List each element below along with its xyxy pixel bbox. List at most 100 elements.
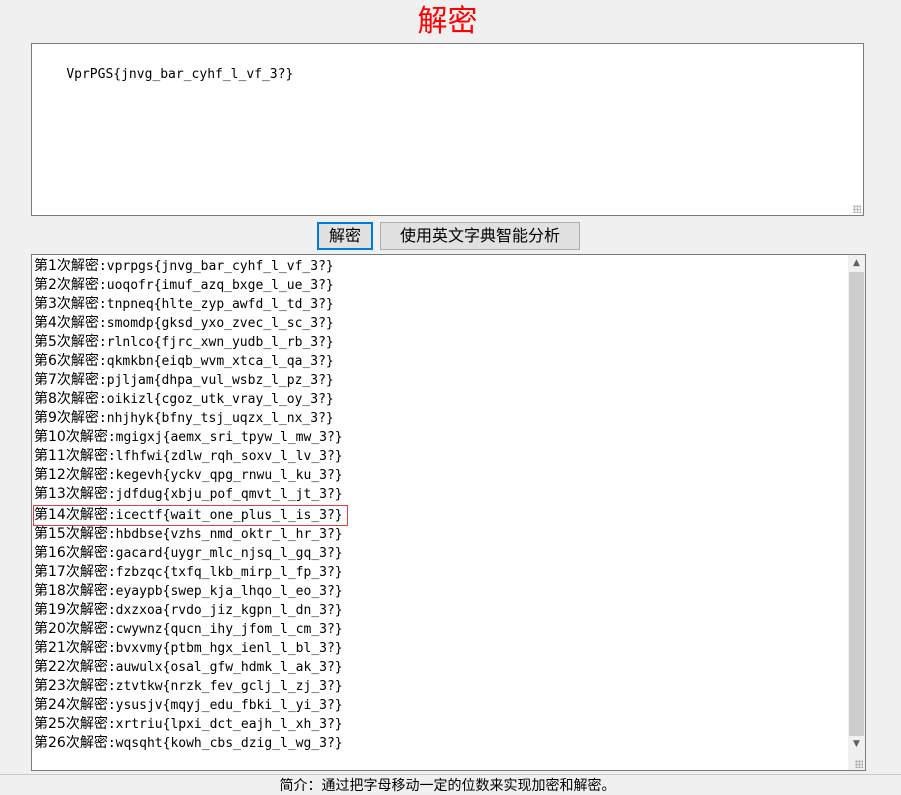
result-row: 第17次解密:fzbzqc{txfq_lkb_mirp_l_fp_3?} (34, 563, 847, 582)
result-line: 第13次解密:jdfdug{xbju_pof_qmvt_l_jt_3?} (34, 485, 847, 504)
result-prefix: 第15次解密 (34, 526, 108, 542)
result-prefix: 第3次解密 (34, 296, 99, 312)
resize-grip-icon[interactable] (855, 760, 863, 768)
result-prefix: 第22次解密 (34, 659, 108, 675)
result-line: 第9次解密:nhjhyk{bfny_tsj_uqzx_l_nx_3?} (34, 409, 847, 428)
result-text: :icectf{wait_one_plus_l_is_3?} (107, 508, 343, 523)
result-prefix: 第13次解密 (34, 486, 108, 502)
result-prefix: 第11次解密 (34, 448, 108, 464)
result-prefix: 第14次解密 (34, 507, 108, 523)
result-text: :hbdbse{vzhs_nmd_oktr_l_hr_3?} (107, 527, 343, 542)
results-list: 第1次解密:vprpgs{jnvg_bar_cyhf_l_vf_3?} 第2次解密… (33, 257, 847, 753)
result-row: 第10次解密:mgigxj{aemx_sri_tpyw_l_mw_3?} (34, 428, 847, 447)
result-row: 第13次解密:jdfdug{xbju_pof_qmvt_l_jt_3?} (34, 485, 847, 504)
result-prefix: 第10次解密 (34, 429, 108, 445)
result-text: :wqsqht{kowh_cbs_dzig_l_wg_3?} (107, 736, 343, 751)
scroll-thumb[interactable] (849, 272, 864, 736)
result-line: 第24次解密:ysusjv{mqyj_edu_fbki_l_yi_3?} (34, 696, 847, 715)
result-line: 第17次解密:fzbzqc{txfq_lkb_mirp_l_fp_3?} (34, 563, 847, 582)
decrypt-results-area[interactable]: 第1次解密:vprpgs{jnvg_bar_cyhf_l_vf_3?} 第2次解密… (31, 254, 866, 771)
result-row: 第9次解密:nhjhyk{bfny_tsj_uqzx_l_nx_3?} (34, 409, 847, 428)
decrypt-page: 解密 VprPGS{jnvg_bar_cyhf_l_vf_3?} 解密 使用英文… (0, 0, 901, 795)
footer-description: 简介：通过把字母移动一定的位数来实现加密和解密。 (279, 778, 616, 794)
result-prefix: 第20次解密 (34, 621, 108, 637)
result-text: :tnpneq{hlte_zyp_awfd_l_td_3?} (98, 297, 334, 312)
result-text: :cwywnz{qucn_ihy_jfom_l_cm_3?} (107, 622, 343, 637)
result-prefix: 第7次解密 (34, 372, 99, 388)
result-text: :smomdp{gksd_yxo_zvec_l_sc_3?} (98, 316, 334, 331)
result-prefix: 第23次解密 (34, 678, 108, 694)
result-prefix: 第26次解密 (34, 735, 108, 751)
result-row: 第25次解密:xrtriu{lpxi_dct_eajh_l_xh_3?} (34, 715, 847, 734)
ciphertext-input[interactable]: VprPGS{jnvg_bar_cyhf_l_vf_3?} (31, 43, 864, 216)
result-row: 第16次解密:gacard{uygr_mlc_njsq_l_gq_3?} (34, 544, 847, 563)
ciphertext-value: VprPGS{jnvg_bar_cyhf_l_vf_3?} (66, 67, 294, 82)
result-prefix: 第16次解密 (34, 545, 108, 561)
result-row: 第18次解密:eyaypb{swep_kja_lhqo_l_eo_3?} (34, 582, 847, 601)
result-text: :rlnlco{fjrc_xwn_yudb_l_rb_3?} (98, 335, 334, 350)
result-text: :jdfdug{xbju_pof_qmvt_l_jt_3?} (107, 487, 343, 502)
result-line: 第15次解密:hbdbse{vzhs_nmd_oktr_l_hr_3?} (34, 525, 847, 544)
result-row: 第14次解密:icectf{wait_one_plus_l_is_3?} (33, 504, 847, 526)
result-text: :oikizl{cgoz_utk_vray_l_oy_3?} (98, 392, 334, 407)
result-text: :fzbzqc{txfq_lkb_mirp_l_fp_3?} (107, 565, 343, 580)
result-text: :vprpgs{jnvg_bar_cyhf_l_vf_3?} (98, 259, 334, 274)
result-prefix: 第1次解密 (34, 258, 99, 274)
result-prefix: 第4次解密 (34, 315, 99, 331)
result-line: 第3次解密:tnpneq{hlte_zyp_awfd_l_td_3?} (34, 295, 847, 314)
result-line: 第11次解密:lfhfwi{zdlw_rqh_soxv_l_lv_3?} (34, 447, 847, 466)
result-line: 第19次解密:dxzxoa{rvdo_jiz_kgpn_l_dn_3?} (34, 601, 847, 620)
result-prefix: 第6次解密 (34, 353, 99, 369)
result-row: 第11次解密:lfhfwi{zdlw_rqh_soxv_l_lv_3?} (34, 447, 847, 466)
result-prefix: 第9次解密 (34, 410, 99, 426)
result-row: 第8次解密:oikizl{cgoz_utk_vray_l_oy_3?} (34, 390, 847, 409)
result-prefix: 第17次解密 (34, 564, 108, 580)
result-line: 第23次解密:ztvtkw{nrzk_fev_gclj_l_zj_3?} (34, 677, 847, 696)
dictionary-analyze-button[interactable]: 使用英文字典智能分析 (380, 222, 580, 250)
result-row: 第7次解密:pjljam{dhpa_vul_wsbz_l_pz_3?} (34, 371, 847, 390)
result-row: 第6次解密:qkmkbn{eiqb_wvm_xtca_l_qa_3?} (34, 352, 847, 371)
result-prefix: 第18次解密 (34, 583, 108, 599)
result-row: 第12次解密:kegevh{yckv_qpg_rnwu_l_ku_3?} (34, 466, 847, 485)
result-line: 第8次解密:oikizl{cgoz_utk_vray_l_oy_3?} (34, 390, 847, 409)
result-prefix: 第19次解密 (34, 602, 108, 618)
result-line: 第22次解密:auwulx{osal_gfw_hdmk_l_ak_3?} (34, 658, 847, 677)
result-row: 第3次解密:tnpneq{hlte_zyp_awfd_l_td_3?} (34, 295, 847, 314)
result-row: 第23次解密:ztvtkw{nrzk_fev_gclj_l_zj_3?} (34, 677, 847, 696)
result-line: 第25次解密:xrtriu{lpxi_dct_eajh_l_xh_3?} (34, 715, 847, 734)
result-row: 第5次解密:rlnlco{fjrc_xwn_yudb_l_rb_3?} (34, 333, 847, 352)
decrypt-button[interactable]: 解密 (317, 222, 373, 250)
result-row: 第4次解密:smomdp{gksd_yxo_zvec_l_sc_3?} (34, 314, 847, 333)
result-text: :pjljam{dhpa_vul_wsbz_l_pz_3?} (98, 373, 334, 388)
result-prefix: 第8次解密 (34, 391, 99, 407)
vertical-scrollbar[interactable]: ▲ ▼ (848, 255, 865, 770)
result-text: :eyaypb{swep_kja_lhqo_l_eo_3?} (107, 584, 343, 599)
result-prefix: 第24次解密 (34, 697, 108, 713)
result-text: :ysusjv{mqyj_edu_fbki_l_yi_3?} (107, 698, 343, 713)
result-row: 第2次解密:uoqofr{imuf_azq_bxge_l_ue_3?} (34, 276, 847, 295)
result-text: :lfhfwi{zdlw_rqh_soxv_l_lv_3?} (107, 449, 343, 464)
result-prefix: 第5次解密 (34, 334, 99, 350)
chevron-down-icon[interactable]: ▼ (848, 736, 865, 753)
result-row: 第1次解密:vprpgs{jnvg_bar_cyhf_l_vf_3?} (34, 257, 847, 276)
page-title: 解密 (417, 4, 478, 39)
chevron-up-icon[interactable]: ▲ (848, 255, 865, 272)
highlighted-result-line: 第14次解密:icectf{wait_one_plus_l_is_3?} (33, 505, 348, 526)
result-row: 第21次解密:bvxvmy{ptbm_hgx_ienl_l_bl_3?} (34, 639, 847, 658)
result-line: 第12次解密:kegevh{yckv_qpg_rnwu_l_ku_3?} (34, 466, 847, 485)
result-text: :auwulx{osal_gfw_hdmk_l_ak_3?} (107, 660, 343, 675)
result-row: 第22次解密:auwulx{osal_gfw_hdmk_l_ak_3?} (34, 658, 847, 677)
result-line: 第6次解密:qkmkbn{eiqb_wvm_xtca_l_qa_3?} (34, 352, 847, 371)
result-row: 第24次解密:ysusjv{mqyj_edu_fbki_l_yi_3?} (34, 696, 847, 715)
result-line: 第7次解密:pjljam{dhpa_vul_wsbz_l_pz_3?} (34, 371, 847, 390)
resize-grip-icon[interactable] (853, 205, 861, 213)
result-text: :gacard{uygr_mlc_njsq_l_gq_3?} (107, 546, 343, 561)
result-text: :uoqofr{imuf_azq_bxge_l_ue_3?} (98, 278, 334, 293)
result-text: :dxzxoa{rvdo_jiz_kgpn_l_dn_3?} (107, 603, 343, 618)
result-line: 第26次解密:wqsqht{kowh_cbs_dzig_l_wg_3?} (34, 734, 847, 753)
result-row: 第15次解密:hbdbse{vzhs_nmd_oktr_l_hr_3?} (34, 525, 847, 544)
result-line: 第10次解密:mgigxj{aemx_sri_tpyw_l_mw_3?} (34, 428, 847, 447)
result-line: 第21次解密:bvxvmy{ptbm_hgx_ienl_l_bl_3?} (34, 639, 847, 658)
result-text: :mgigxj{aemx_sri_tpyw_l_mw_3?} (107, 430, 343, 445)
footer-divider (0, 774, 901, 775)
